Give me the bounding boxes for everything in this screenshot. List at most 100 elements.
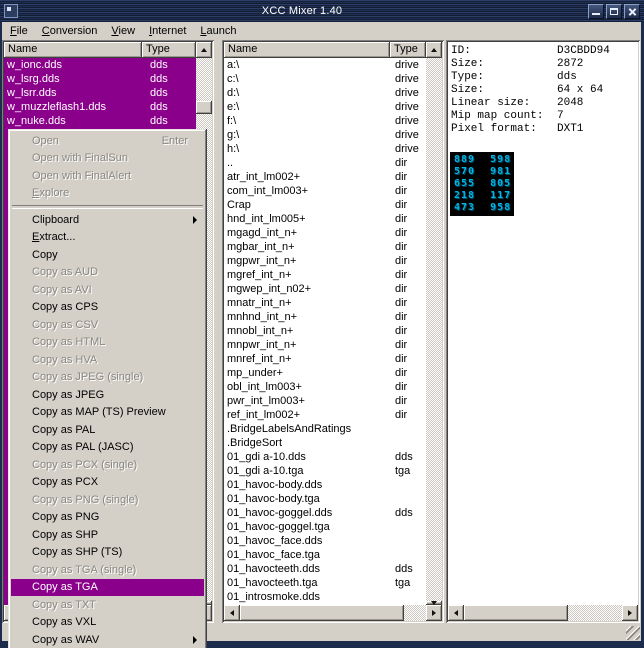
close-button[interactable] xyxy=(624,4,640,19)
file-row[interactable]: 01_havocteeth.ddsdds xyxy=(224,562,426,576)
scroll-up-button[interactable] xyxy=(426,42,442,58)
file-row[interactable]: atr_int_lm002+dir xyxy=(224,170,426,184)
info-horizontal-scrollbar[interactable] xyxy=(448,605,638,621)
file-row[interactable]: 01_havoc_face.tga xyxy=(224,548,426,562)
file-row[interactable]: e:\drive xyxy=(224,100,426,114)
file-row[interactable]: ref_int_lm002+dir xyxy=(224,408,426,422)
column-header-name[interactable]: Name xyxy=(4,42,142,58)
file-name: ref_int_lm002+ xyxy=(227,408,395,422)
menu-item-copy-as-cps[interactable]: Copy as CPS xyxy=(11,299,204,317)
menu-view[interactable]: View xyxy=(104,23,142,40)
scrollbar-thumb[interactable] xyxy=(464,605,568,621)
preview-number-row: 473958 xyxy=(454,202,514,214)
file-row[interactable]: pwr_int_lm003+dir xyxy=(224,394,426,408)
file-row[interactable]: mgbar_int_n+dir xyxy=(224,240,426,254)
middle-horizontal-scrollbar[interactable] xyxy=(224,605,442,621)
file-row[interactable]: 01_gdi a-10.tgatga xyxy=(224,464,426,478)
file-row[interactable]: g:\drive xyxy=(224,128,426,142)
scrollbar-track[interactable] xyxy=(426,58,442,601)
file-row[interactable]: 01_havoc_face.dds xyxy=(224,534,426,548)
file-row[interactable]: 01_havoc-body.dds xyxy=(224,478,426,492)
file-row[interactable]: 01_gdi a-10.ddsdds xyxy=(224,450,426,464)
menu-conversion[interactable]: Conversion xyxy=(35,23,105,40)
maximize-button[interactable] xyxy=(606,4,622,19)
file-row[interactable]: mgwep_int_n02+dir xyxy=(224,282,426,296)
menu-launch[interactable]: Launch xyxy=(193,23,243,40)
file-row[interactable]: 01_havoc-goggel.ddsdds xyxy=(224,506,426,520)
file-row[interactable]: w_muzzleflash1.ddsdds xyxy=(4,100,196,114)
file-row[interactable]: 01_havoc-body.tga xyxy=(224,492,426,506)
scroll-right-button[interactable] xyxy=(622,605,638,621)
file-row[interactable]: w_lsrr.ddsdds xyxy=(4,86,196,100)
scroll-left-button[interactable] xyxy=(224,605,240,621)
middle-vertical-scrollbar[interactable] xyxy=(426,58,442,605)
menu-item-copy-as-pcx[interactable]: Copy as PCX xyxy=(11,474,204,492)
menu-file[interactable]: File xyxy=(3,23,35,40)
scrollbar-track[interactable] xyxy=(240,605,426,621)
file-row[interactable]: mgref_int_n+dir xyxy=(224,268,426,282)
menu-item-extract[interactable]: Extract... xyxy=(11,229,204,247)
file-row[interactable]: mnref_int_n+dir xyxy=(224,352,426,366)
scrollbar-track[interactable] xyxy=(464,605,622,621)
menu-item-copy-as-pal-jasc[interactable]: Copy as PAL (JASC) xyxy=(11,439,204,457)
file-row[interactable]: a:\drive xyxy=(224,58,426,72)
menu-internet[interactable]: Internet xyxy=(142,23,193,40)
file-row[interactable]: mnpwr_int_n+dir xyxy=(224,338,426,352)
file-type: dir xyxy=(395,156,426,170)
menu-item-copy-as-vxl[interactable]: Copy as VXL xyxy=(11,614,204,632)
menu-item-copy-as-png[interactable]: Copy as PNG xyxy=(11,509,204,527)
file-row[interactable]: Crapdir xyxy=(224,198,426,212)
scrollbar-thumb[interactable] xyxy=(240,605,404,621)
scroll-left-button[interactable] xyxy=(448,605,464,621)
file-row[interactable]: w_lsrg.ddsdds xyxy=(4,72,196,86)
menu-item-copy-as-csv: Copy as CSV xyxy=(11,316,204,334)
file-row[interactable]: f:\drive xyxy=(224,114,426,128)
file-name: 01_havoc_face.tga xyxy=(227,548,395,562)
info-value: 2872 xyxy=(557,58,583,71)
file-row[interactable]: 01_havoc-goggel.tga xyxy=(224,520,426,534)
file-row[interactable]: hnd_int_lm005+dir xyxy=(224,212,426,226)
titlebar[interactable]: XCC Mixer 1.40 xyxy=(0,0,644,22)
file-row[interactable]: com_int_lm003+dir xyxy=(224,184,426,198)
menu-item-label: Copy as PAL (JASC) xyxy=(32,441,133,453)
info-label: ID: xyxy=(451,45,471,57)
system-menu-icon[interactable] xyxy=(4,4,18,18)
menu-item-copy-as-shp-ts[interactable]: Copy as SHP (TS) xyxy=(11,544,204,562)
file-row[interactable]: ..dir xyxy=(224,156,426,170)
file-row[interactable]: mnatr_int_n+dir xyxy=(224,296,426,310)
scrollbar-thumb[interactable] xyxy=(196,101,212,114)
scroll-right-button[interactable] xyxy=(426,605,442,621)
menu-item-copy-as-shp[interactable]: Copy as SHP xyxy=(11,526,204,544)
file-row[interactable]: mgagd_int_n+dir xyxy=(224,226,426,240)
file-row[interactable]: mnhnd_int_n+dir xyxy=(224,310,426,324)
menu-item-clipboard[interactable]: Clipboard xyxy=(11,211,204,229)
file-row[interactable]: mp_under+dir xyxy=(224,366,426,380)
resize-grip[interactable] xyxy=(626,626,640,640)
file-row[interactable]: mnobl_int_n+dir xyxy=(224,324,426,338)
column-header-name[interactable]: Name xyxy=(224,42,390,58)
menu-item-copy[interactable]: Copy xyxy=(11,246,204,264)
file-row[interactable]: 01_introsmoke.dds xyxy=(224,590,426,604)
menu-item-label: Copy as MAP (TS) Preview xyxy=(32,406,166,418)
menu-item-copy-as-tga[interactable]: Copy as TGA xyxy=(11,579,204,597)
file-type: dir xyxy=(395,254,426,268)
file-row[interactable]: 01_havocteeth.tgatga xyxy=(224,576,426,590)
menu-item-copy-as-map-ts-preview[interactable]: Copy as MAP (TS) Preview xyxy=(11,404,204,422)
menu-item-copy-as-jpeg[interactable]: Copy as JPEG xyxy=(11,386,204,404)
minimize-button[interactable] xyxy=(588,4,604,19)
file-row[interactable]: w_nuke.ddsdds xyxy=(4,114,196,128)
file-row[interactable]: .BridgeLabelsAndRatings xyxy=(224,422,426,436)
column-header-type[interactable]: Type xyxy=(142,42,196,58)
menu-item-label: Copy as PNG (single) xyxy=(32,494,138,506)
file-row[interactable]: d:\drive xyxy=(224,86,426,100)
scroll-up-button[interactable] xyxy=(196,42,212,58)
menu-item-copy-as-pal[interactable]: Copy as PAL xyxy=(11,421,204,439)
file-row[interactable]: obl_int_lm003+dir xyxy=(224,380,426,394)
file-row[interactable]: w_ionc.ddsdds xyxy=(4,58,196,72)
file-row[interactable]: h:\drive xyxy=(224,142,426,156)
column-header-type[interactable]: Type xyxy=(390,42,426,58)
file-row[interactable]: c:\drive xyxy=(224,72,426,86)
file-row[interactable]: mgpwr_int_n+dir xyxy=(224,254,426,268)
menu-item-copy-as-wav[interactable]: Copy as WAV xyxy=(11,631,204,648)
file-row[interactable]: .BridgeSort xyxy=(224,436,426,450)
